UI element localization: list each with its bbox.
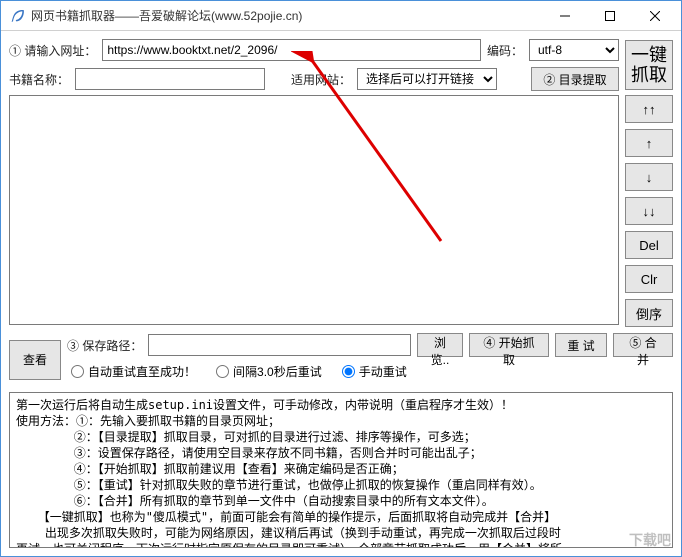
chapter-listbox[interactable] — [9, 95, 619, 325]
delete-button[interactable]: Del — [625, 231, 673, 259]
start-grab-button[interactable]: ④ 开始抓取 — [469, 333, 549, 357]
encoding-select[interactable]: utf-8 — [529, 39, 619, 61]
window-title: 网页书籍抓取器——吾爱破解论坛(www.52pojie.cn) — [31, 7, 542, 24]
log-textarea[interactable]: 第一次运行后将自动生成setup.ini设置文件，可手动修改，内带说明（重启程序… — [9, 392, 673, 548]
move-up-button[interactable]: ↑ — [625, 129, 673, 157]
browse-button[interactable]: 浏览.. — [417, 333, 463, 357]
site-select[interactable]: 选择后可以打开链接 — [357, 68, 497, 90]
maximize-button[interactable] — [587, 1, 632, 30]
move-bottom-button[interactable]: ↓↓ — [625, 197, 673, 225]
url-label: ① 请输入网址： — [9, 42, 96, 59]
app-icon — [9, 8, 25, 24]
retry-button[interactable]: 重 试 — [555, 333, 607, 357]
radio-manual-retry[interactable]: 手动重试 — [342, 363, 407, 380]
minimize-button[interactable] — [542, 1, 587, 30]
merge-button[interactable]: ⑤ 合并 — [613, 333, 673, 357]
dir-extract-button[interactable]: ② 目录提取 — [531, 67, 619, 91]
site-label: 适用网站： — [291, 71, 351, 88]
bookname-input[interactable] — [75, 68, 265, 90]
move-down-button[interactable]: ↓ — [625, 163, 673, 191]
url-input[interactable] — [102, 39, 481, 61]
encoding-label: 编码： — [487, 42, 523, 59]
onekey-grab-button[interactable]: 一键 抓取 — [625, 40, 673, 90]
close-button[interactable] — [632, 1, 677, 30]
view-button[interactable]: 查看 — [9, 340, 61, 380]
titlebar: 网页书籍抓取器——吾爱破解论坛(www.52pojie.cn) — [1, 1, 681, 31]
clear-button[interactable]: Clr — [625, 265, 673, 293]
savepath-label: ③ 保存路径： — [67, 337, 142, 354]
move-top-button[interactable]: ↑↑ — [625, 95, 673, 123]
radio-auto-retry[interactable]: 自动重试直至成功！ — [71, 363, 196, 380]
bookname-label: 书籍名称： — [9, 71, 69, 88]
reverse-button[interactable]: 倒序 — [625, 299, 673, 327]
radio-interval-retry[interactable]: 间隔3.0秒后重试 — [216, 363, 322, 380]
savepath-input[interactable] — [148, 334, 411, 356]
